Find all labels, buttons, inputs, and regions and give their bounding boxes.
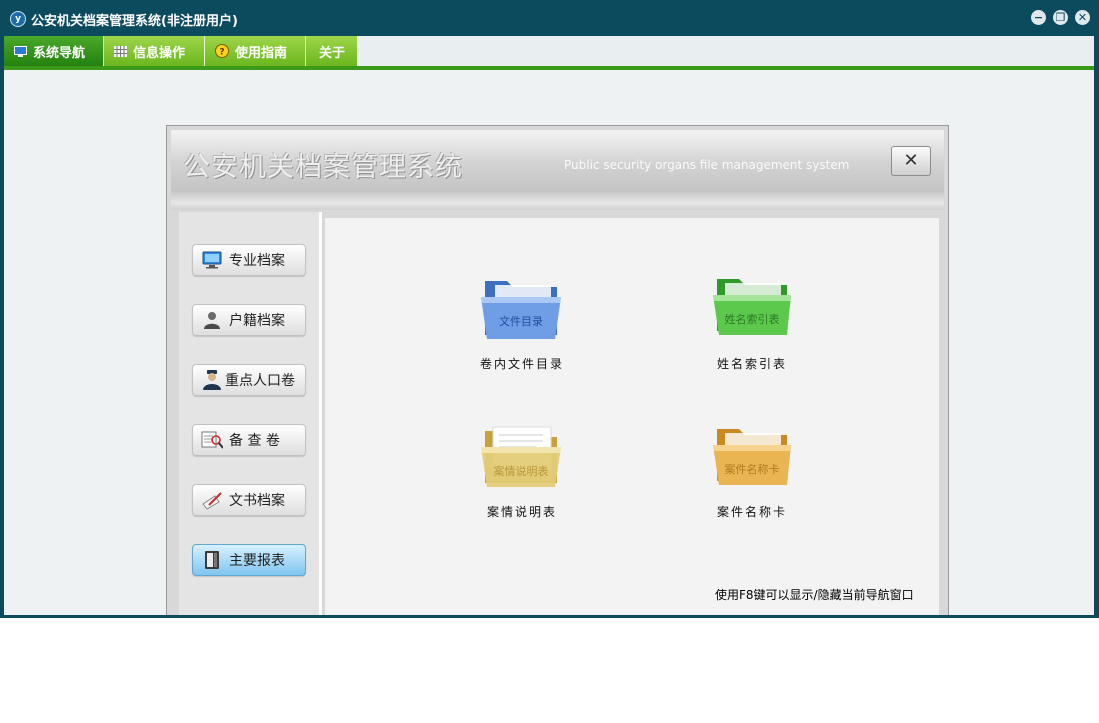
client-area: 公安机关档案管理系统 Public security organs file m…	[4, 70, 1094, 615]
pen-paper-icon	[201, 490, 223, 510]
sidebar: 专业档案 户籍档案 重点人口卷 备 查 卷 文书档案 主要报表	[179, 212, 322, 615]
folder-label: 案情说明表	[494, 464, 549, 478]
menu-item-label: 关于	[319, 45, 346, 61]
nav-household-archives[interactable]: 户籍档案	[192, 304, 306, 336]
tile-file-catalog[interactable]: 文件目录 卷内文件目录	[457, 275, 587, 372]
tile-case-description[interactable]: 案情说明表 案情说明表	[457, 423, 587, 520]
tile-caption: 卷内文件目录	[479, 357, 564, 371]
nav-label: 重点人口卷	[225, 373, 295, 389]
close-window-button[interactable]: ✕	[1075, 10, 1090, 25]
nav-reference-volume[interactable]: 备 查 卷	[192, 424, 306, 456]
nav-professional-archives[interactable]: 专业档案	[192, 244, 306, 276]
menu-item-about[interactable]: 关于	[306, 36, 358, 66]
menu-item-label: 系统导航	[33, 45, 86, 61]
green-folder-icon: 姓名索引表	[713, 279, 791, 335]
restore-button[interactable]: ❐	[1053, 10, 1068, 25]
app-window: y 公安机关档案管理系统(非注册用户) − ❐ ✕ 系统导航 信息操作 ? 使用…	[0, 0, 1099, 618]
banner-divider	[171, 192, 944, 210]
panel-banner: 公安机关档案管理系统 Public security organs file m…	[171, 130, 944, 192]
panel-subtitle: Public security organs file management s…	[564, 158, 850, 172]
blue-folder-icon: 文件目录	[481, 281, 561, 339]
app-icon: y	[10, 11, 26, 27]
menu-bar: 系统导航 信息操作 ? 使用指南 关于	[4, 36, 1094, 70]
tile-case-name-card[interactable]: 案件名称卡 案件名称卡	[687, 423, 817, 520]
minimize-button[interactable]: −	[1031, 10, 1046, 25]
title-bar[interactable]: y 公安机关档案管理系统(非注册用户) − ❐ ✕	[0, 0, 1099, 36]
person-icon	[201, 310, 223, 330]
officer-icon	[201, 370, 223, 390]
menu-item-user-guide[interactable]: ? 使用指南	[205, 36, 306, 66]
nav-key-population[interactable]: 重点人口卷	[192, 364, 306, 396]
menu-item-info-ops[interactable]: 信息操作	[104, 36, 205, 66]
tile-caption: 姓名索引表	[716, 357, 787, 371]
tile-caption: 案情说明表	[486, 505, 557, 519]
monitor-icon	[201, 250, 223, 270]
nav-label: 户籍档案	[229, 313, 285, 329]
magnifier-document-icon	[201, 430, 223, 450]
menu-item-system-nav[interactable]: 系统导航	[4, 36, 104, 66]
nav-label: 文书档案	[229, 493, 285, 509]
grid-icon	[114, 45, 127, 57]
f8-hint-text: 使用F8键可以显示/隐藏当前导航窗口	[715, 588, 914, 602]
nav-label: 备 查 卷	[229, 433, 280, 449]
menu-item-label: 使用指南	[235, 45, 288, 61]
monitor-icon	[14, 45, 27, 57]
panel-title: 公安机关档案管理系统	[183, 152, 463, 183]
tile-caption: 案件名称卡	[716, 505, 787, 519]
nav-label: 专业档案	[229, 253, 285, 269]
navigation-panel: 公安机关档案管理系统 Public security organs file m…	[166, 125, 949, 615]
folder-label: 姓名索引表	[725, 312, 780, 326]
tile-name-index[interactable]: 姓名索引表 姓名索引表	[687, 275, 817, 372]
orange-folder-icon: 案件名称卡	[713, 429, 791, 485]
help-icon: ?	[215, 44, 229, 58]
content-area: 文件目录 卷内文件目录 姓名索引表 姓名索引表 案情说明表 案情说明表 案件名称…	[325, 218, 939, 615]
svg-text:?: ?	[219, 48, 224, 58]
window-title: 公安机关档案管理系统(非注册用户)	[31, 14, 238, 29]
yellow-folder-icon: 案情说明表	[481, 426, 561, 487]
nav-document-archives[interactable]: 文书档案	[192, 484, 306, 516]
folder-label: 案件名称卡	[725, 462, 780, 476]
panel-close-button[interactable]: ✕	[891, 146, 931, 176]
nav-main-reports[interactable]: 主要报表	[192, 544, 306, 576]
folder-label: 文件目录	[499, 314, 543, 328]
menu-item-label: 信息操作	[133, 45, 186, 61]
binder-icon	[201, 550, 223, 570]
nav-label: 主要报表	[229, 553, 285, 569]
